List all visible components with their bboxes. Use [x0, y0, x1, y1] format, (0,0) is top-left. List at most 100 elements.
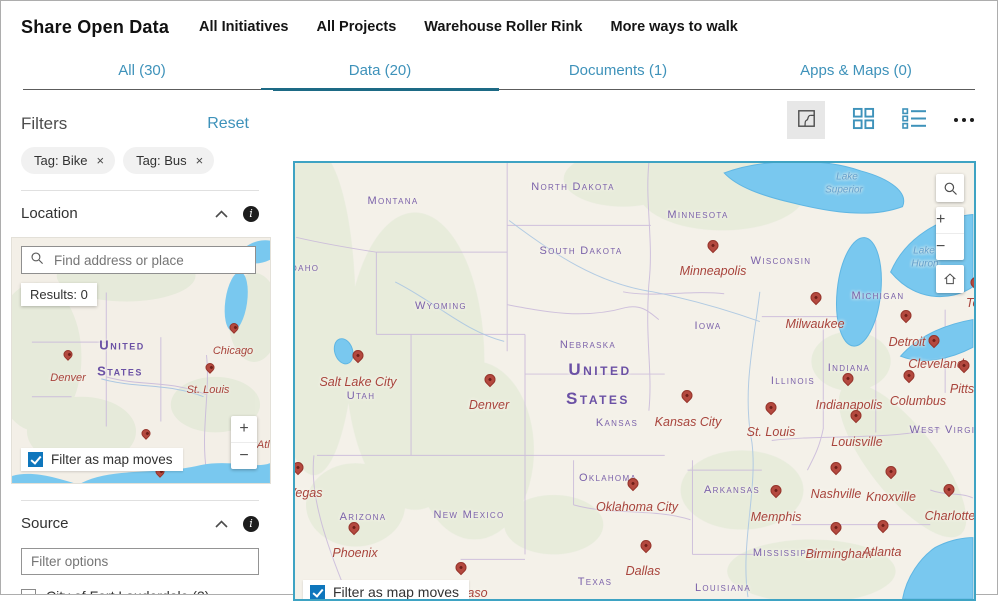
map-pin-oklahoma-city[interactable]: [625, 476, 641, 492]
zoom-in-button[interactable]: +: [231, 416, 257, 442]
zoom-out-button[interactable]: −: [936, 233, 964, 260]
map-pin-chicago[interactable]: [228, 321, 241, 334]
map-pin-atlanta[interactable]: [875, 518, 891, 534]
city-label: Pittsburgh: [950, 382, 974, 396]
checkbox-checked-icon[interactable]: [310, 585, 325, 600]
map-pin-memphis[interactable]: [768, 483, 784, 499]
map-pin-st-louis[interactable]: [204, 361, 217, 374]
map-pin-denver[interactable]: [482, 372, 498, 388]
map-pin-salt-lake-city[interactable]: [350, 348, 366, 364]
results-map[interactable]: MontanaNorth DakotaMinnesotaSouth Dakota…: [293, 161, 976, 601]
state-label: Idaho: [295, 262, 319, 274]
results-count-badge: Results: 0: [21, 283, 97, 306]
zoom-in-button[interactable]: +: [936, 207, 964, 233]
nav-item-all-initiatives[interactable]: All Initiatives: [199, 19, 288, 35]
map-pin-columbus[interactable]: [901, 368, 917, 384]
lake-label: Superior: [825, 185, 863, 196]
map-search-button[interactable]: [936, 174, 964, 202]
remove-chip-icon[interactable]: ×: [196, 154, 204, 167]
filter-chips: Tag: Bike× Tag: Bus×: [21, 147, 253, 174]
city-label: Indianapolis: [816, 398, 883, 412]
chevron-up-icon[interactable]: [214, 209, 229, 219]
map-pin-st-louis[interactable]: [763, 400, 779, 416]
checkbox-unchecked-icon[interactable]: [21, 589, 36, 595]
source-section-header[interactable]: Source: [21, 515, 259, 532]
divider: [21, 190, 259, 191]
minimap-zoom-control: + −: [231, 416, 257, 469]
map-pin-indianapolis[interactable]: [840, 371, 856, 387]
state-label: Kansas: [596, 417, 638, 429]
city-label: Toronto: [966, 296, 974, 310]
lake-label: Lake: [913, 246, 935, 257]
map-pin-dallas[interactable]: [638, 538, 654, 554]
nav-item-warehouse-roller-rink[interactable]: Warehouse Roller Rink: [424, 19, 582, 35]
checkbox-checked-icon[interactable]: [28, 452, 43, 467]
state-label: Mississippi: [753, 547, 817, 559]
map-pin-birmingham[interactable]: [828, 520, 844, 536]
filter-chip-tag-bus[interactable]: Tag: Bus×: [123, 147, 214, 174]
tab-data-20[interactable]: Data (20): [261, 53, 499, 89]
map-pin-kansas-city[interactable]: [679, 388, 695, 404]
tab-apps-maps-0[interactable]: Apps & Maps (0): [737, 53, 975, 89]
remove-chip-icon[interactable]: ×: [96, 154, 104, 167]
source-section-title: Source: [21, 515, 214, 532]
zoom-out-button[interactable]: −: [231, 442, 257, 469]
tab-bar: All (30)Data (20)Documents (1)Apps & Map…: [23, 53, 975, 90]
location-section-title: Location: [21, 205, 214, 222]
open-data-page: Share Open Data All Initiatives All Proje…: [1, 1, 997, 594]
map-home-button[interactable]: [936, 265, 964, 293]
grid-view-button[interactable]: [852, 107, 875, 133]
map-pin-cleveland[interactable]: [926, 333, 942, 349]
map-pin-vegas[interactable]: [295, 460, 306, 476]
map-pin-pittsburgh[interactable]: [956, 358, 972, 374]
state-label: New Mexico: [434, 509, 505, 521]
city-label: St. Louis: [187, 384, 230, 396]
state-label: Wyoming: [415, 300, 467, 312]
location-section-header[interactable]: Location: [21, 205, 259, 222]
lake-label: Huron: [911, 259, 938, 270]
chevron-up-icon[interactable]: [214, 519, 229, 529]
list-view-button[interactable]: [902, 108, 927, 132]
map-pin[interactable]: [140, 427, 153, 440]
reset-filters-link[interactable]: Reset: [207, 115, 249, 133]
map-pin-phoenix[interactable]: [346, 520, 362, 536]
nav-item-more-ways-to-walk[interactable]: More ways to walk: [610, 19, 737, 35]
map-pin-nashville[interactable]: [828, 460, 844, 476]
map-pin-knoxville[interactable]: [883, 464, 899, 480]
nav-item-all-projects[interactable]: All Projects: [317, 19, 397, 35]
minimap-search-input[interactable]: [52, 252, 247, 269]
info-icon[interactable]: [243, 516, 259, 532]
filter-chip-tag-bike[interactable]: Tag: Bike×: [21, 147, 115, 174]
map-pin-detroit[interactable]: [898, 308, 914, 324]
results-map-overlay: MontanaNorth DakotaMinnesotaSouth Dakota…: [295, 163, 974, 599]
map-pin-toronto[interactable]: [968, 275, 974, 291]
tab-all-30[interactable]: All (30): [23, 53, 261, 89]
map-pin-louisville[interactable]: [848, 408, 864, 424]
minimap-filter-as-map-moves[interactable]: Filter as map moves: [21, 448, 183, 471]
country-label: States: [566, 389, 630, 409]
map-pin-charlotte[interactable]: [941, 482, 957, 498]
info-icon[interactable]: [243, 206, 259, 222]
view-toolbar: [787, 101, 974, 139]
map-pin-el-paso[interactable]: [453, 560, 469, 576]
map-view-button[interactable]: [787, 101, 825, 139]
filters-header-row: Filters Reset: [21, 114, 259, 134]
city-label: St. Louis: [747, 425, 796, 439]
source-option[interactable]: City of Fort Lauderdale (3): [21, 588, 253, 594]
map-filter-label: Filter as map moves: [333, 584, 459, 600]
more-options-button[interactable]: [954, 118, 974, 122]
tab-documents-1[interactable]: Documents (1): [499, 53, 737, 89]
state-label: Arkansas: [704, 484, 760, 496]
location-minimap[interactable]: UnitedStatesAtlantaDenverChicagoSt. Loui…: [11, 237, 271, 484]
country-label: United: [99, 338, 144, 353]
map-pin-milwaukee[interactable]: [808, 290, 824, 306]
state-label: Wisconsin: [751, 255, 812, 267]
map-pin-minneapolis[interactable]: [705, 238, 721, 254]
map-filter-as-map-moves[interactable]: Filter as map moves: [303, 580, 469, 601]
source-filter-input[interactable]: [21, 548, 259, 575]
map-pin-denver[interactable]: [62, 348, 75, 361]
site-title[interactable]: Share Open Data: [21, 17, 169, 38]
state-label: Arizona: [340, 511, 387, 523]
city-label: Charlotte: [925, 509, 974, 523]
state-label: Iowa: [694, 320, 721, 332]
